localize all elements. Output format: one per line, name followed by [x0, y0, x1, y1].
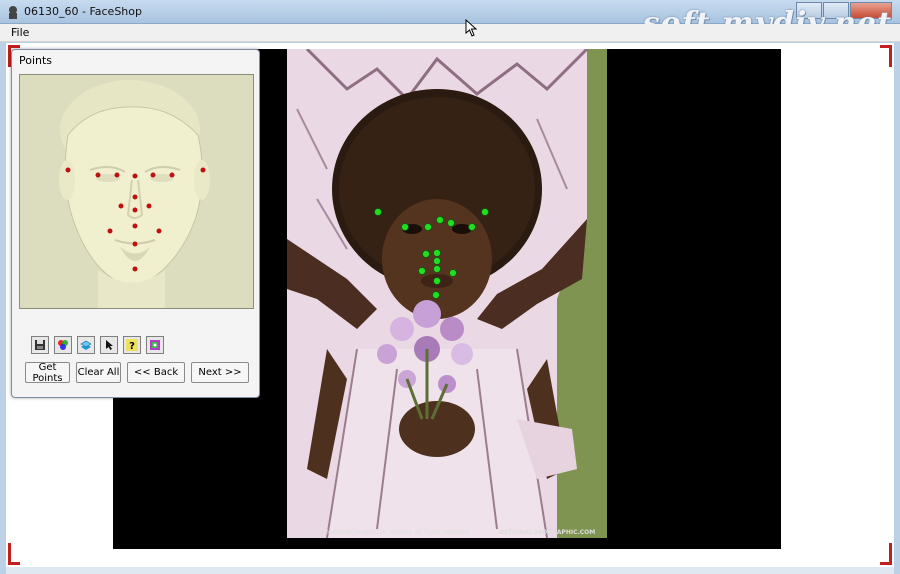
color-tool-button[interactable]: [54, 336, 72, 354]
help-icon: ?: [126, 339, 138, 351]
corner-mark-bottom-left: [8, 543, 20, 565]
back-button[interactable]: << Back: [127, 362, 185, 383]
photo-illustration: [287, 49, 607, 538]
app-icon: [9, 6, 17, 19]
menu-bar: File: [0, 24, 900, 42]
title-bar: 06130_60 - FaceShop soft.mydiv.net: [0, 0, 900, 41]
corner-mark-bottom-right: [880, 543, 892, 565]
panel-title: Points: [19, 54, 53, 67]
save-tool-button[interactable]: [31, 336, 49, 354]
svg-text:?: ?: [129, 341, 135, 351]
photo-caption: © 2002 National Geographic Society. All …: [301, 529, 472, 536]
corner-mark-top-right: [880, 45, 892, 67]
reference-face-model: [59, 80, 210, 308]
next-button[interactable]: Next >>: [191, 362, 249, 383]
window-title: 06130_60 - FaceShop: [24, 5, 142, 18]
layers-tool-button[interactable]: [77, 336, 95, 354]
save-icon: [35, 340, 45, 350]
panel-buttons: Get Points Clear All << Back Next >>: [25, 362, 250, 384]
clear-all-button[interactable]: Clear All: [76, 362, 121, 383]
help-tool-button[interactable]: ?: [123, 336, 141, 354]
pointer-icon: [106, 340, 113, 350]
color-palette-icon: [58, 340, 68, 350]
menu-file[interactable]: File: [11, 26, 29, 39]
photo-brand: NATIONALGEOGRAPHIC.COM: [499, 529, 596, 536]
reference-face-view[interactable]: [19, 74, 254, 309]
photo[interactable]: © 2002 National Geographic Society. All …: [287, 49, 607, 538]
image-icon: [150, 340, 160, 350]
get-points-button[interactable]: Get Points: [25, 362, 70, 384]
mouse-cursor-icon: [465, 19, 478, 37]
image-tool-button[interactable]: [146, 336, 164, 354]
pointer-tool-button[interactable]: [100, 336, 118, 354]
status-strip: [6, 567, 894, 574]
panel-toolbar: ?: [31, 336, 169, 354]
points-panel: Points ? Get Points Clear All << Back Ne…: [11, 49, 260, 398]
layers-icon: [80, 340, 92, 350]
